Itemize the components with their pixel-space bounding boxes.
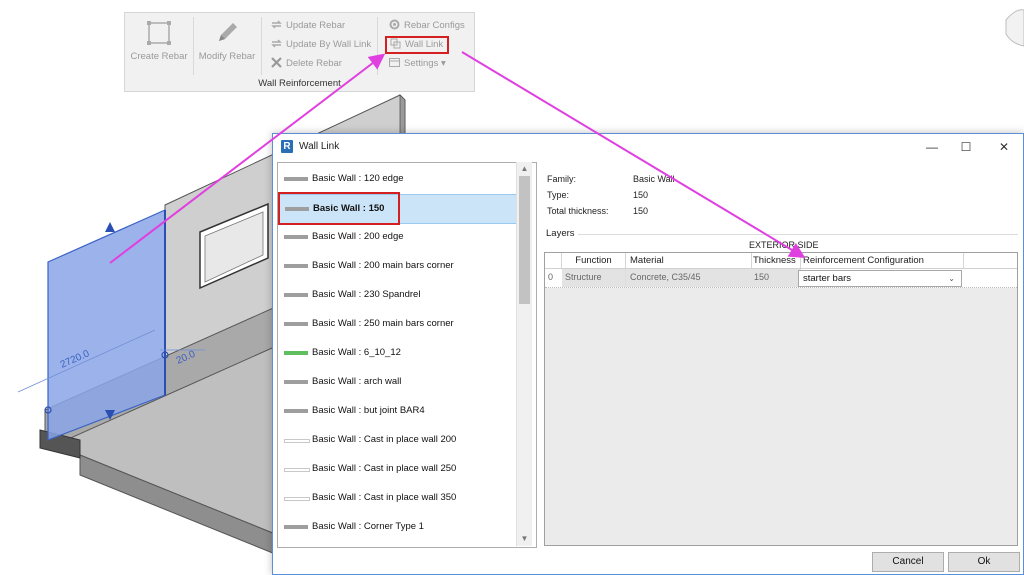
wall-swatch: [284, 293, 308, 297]
revit-logo-icon: R: [281, 140, 293, 153]
dialog-title: Wall Link: [299, 141, 340, 152]
wall-swatch: [284, 351, 308, 355]
delete-rebar-button[interactable]: Delete Rebar: [271, 56, 342, 72]
list-item[interactable]: Basic Wall : Cast in place wall 250: [278, 455, 518, 483]
wall-swatch: [284, 525, 308, 529]
dialog-titlebar[interactable]: R Wall Link — ☐ ✕: [273, 134, 1023, 160]
list-item[interactable]: Basic Wall : 200 main bars corner: [278, 252, 518, 280]
create-rebar-label: Create Rebar: [130, 51, 188, 62]
table-row[interactable]: 0 Structure Concrete, C35/45 150 starter…: [545, 269, 1017, 288]
list-item[interactable]: Basic Wall : Cast in place wall 350: [278, 484, 518, 512]
settings-label: Settings: [404, 58, 439, 69]
exterior-side-label: EXTERIOR SIDE: [749, 240, 819, 250]
type-value: 150: [633, 190, 649, 200]
ribbon-panel-wall-reinforcement: Create Rebar Modify Rebar Update Rebar U…: [124, 12, 475, 92]
list-item[interactable]: Basic Wall : 250 main bars corner: [278, 310, 518, 338]
wall-swatch: [284, 322, 308, 326]
list-item[interactable]: Basic Wall : 230 Spandrel: [278, 281, 518, 309]
wall-swatch: [284, 409, 308, 413]
total-thickness-value: 150: [633, 206, 649, 216]
delete-rebar-label: Delete Rebar: [286, 58, 342, 69]
wall-link-button[interactable]: Wall Link: [385, 36, 450, 54]
scroll-down-icon[interactable]: ▼: [517, 532, 532, 546]
ribbon-separator: [193, 17, 194, 75]
family-label: Family:: [547, 174, 576, 184]
create-rebar-button[interactable]: Create Rebar: [127, 17, 191, 73]
family-value: Basic Wall: [633, 174, 675, 184]
cancel-button[interactable]: Cancel: [872, 552, 944, 572]
wall-swatch: [284, 439, 310, 443]
settings-button[interactable]: Settings ▾: [389, 56, 446, 72]
col-reinforcement-config[interactable]: Reinforcement Configuration: [801, 253, 964, 268]
gear-icon: [389, 19, 400, 30]
update-rebar-label: Update Rebar: [286, 20, 346, 31]
list-item[interactable]: Basic Wall : Corner Type 1: [278, 513, 518, 541]
combo-value: starter bars: [803, 273, 852, 284]
ribbon-separator: [261, 17, 262, 75]
list-scrollbar[interactable]: ▲ ▼: [516, 162, 532, 546]
list-item[interactable]: Basic Wall : 200 edge: [278, 223, 518, 251]
col-function[interactable]: Function: [562, 253, 626, 268]
selection-highlight-box: [278, 192, 400, 225]
modify-rebar-label: Modify Rebar: [198, 51, 256, 62]
rebar-configs-label: Rebar Configs: [404, 20, 465, 31]
update-by-wall-link-label: Update By Wall Link: [286, 39, 372, 50]
wall-swatch: [284, 264, 308, 268]
type-label: Type:: [547, 190, 570, 200]
cell-function: Structure: [562, 269, 626, 287]
cell-material: Concrete, C35/45: [626, 269, 752, 287]
wall-swatch: [284, 380, 308, 384]
update-link-icon: [271, 38, 282, 49]
layers-group-label: Layers: [546, 228, 575, 239]
grid-header: Function Material Thickness Reinforcemen…: [545, 253, 1017, 269]
col-thickness[interactable]: Thickness: [751, 253, 801, 268]
list-item[interactable]: Basic Wall : arch wall: [278, 368, 518, 396]
settings-icon: [389, 57, 400, 68]
modify-rebar-button[interactable]: Modify Rebar: [195, 17, 259, 73]
total-thickness-label: Total thickness:: [547, 206, 609, 216]
rebar-configs-button[interactable]: Rebar Configs: [389, 18, 465, 34]
list-item[interactable]: Basic Wall : but joint BAR4: [278, 397, 518, 425]
ok-button[interactable]: Ok: [948, 552, 1020, 572]
wall-link-dialog: R Wall Link — ☐ ✕ Basic Wall : 120 edge …: [272, 133, 1024, 575]
update-by-wall-link-button[interactable]: Update By Wall Link: [271, 37, 371, 53]
wall-link-label: Wall Link: [405, 39, 444, 50]
wall-swatch: [284, 468, 310, 472]
list-item[interactable]: Basic Wall : 6_10_12: [278, 339, 518, 367]
delete-x-icon: [271, 57, 282, 68]
wall-arrow-up-icon: [105, 222, 115, 232]
col-material[interactable]: Material: [626, 253, 752, 268]
panel-title: Wall Reinforcement: [258, 78, 341, 89]
layers-grid[interactable]: Function Material Thickness Reinforcemen…: [544, 252, 1018, 546]
group-divider: [578, 234, 1018, 235]
scroll-up-icon[interactable]: ▲: [517, 162, 532, 176]
update-rebar-button[interactable]: Update Rebar: [271, 18, 345, 34]
wall-swatch: [284, 497, 310, 501]
update-icon: [271, 19, 282, 30]
scroll-thumb[interactable]: [519, 176, 530, 304]
wall-swatch: [284, 235, 308, 239]
list-item[interactable]: Basic Wall : Cast in place wall 200: [278, 426, 518, 454]
close-button[interactable]: ✕: [993, 138, 1015, 156]
chevron-down-icon[interactable]: ⌄: [948, 271, 955, 286]
ribbon-separator: [377, 17, 378, 75]
create-rebar-icon: [147, 21, 171, 45]
link-icon: [390, 38, 401, 49]
reinforcement-config-select[interactable]: starter bars ⌄: [798, 270, 962, 287]
pencil-icon: [215, 21, 239, 45]
dropdown-arrow-icon: ▾: [438, 58, 446, 69]
grid-header-index: [545, 253, 562, 268]
minimize-button[interactable]: —: [921, 138, 943, 156]
maximize-button[interactable]: ☐: [955, 138, 977, 156]
cell-thickness: 150: [751, 269, 801, 287]
wall-swatch: [284, 177, 308, 181]
list-item[interactable]: Basic Wall : 120 edge: [278, 165, 518, 193]
